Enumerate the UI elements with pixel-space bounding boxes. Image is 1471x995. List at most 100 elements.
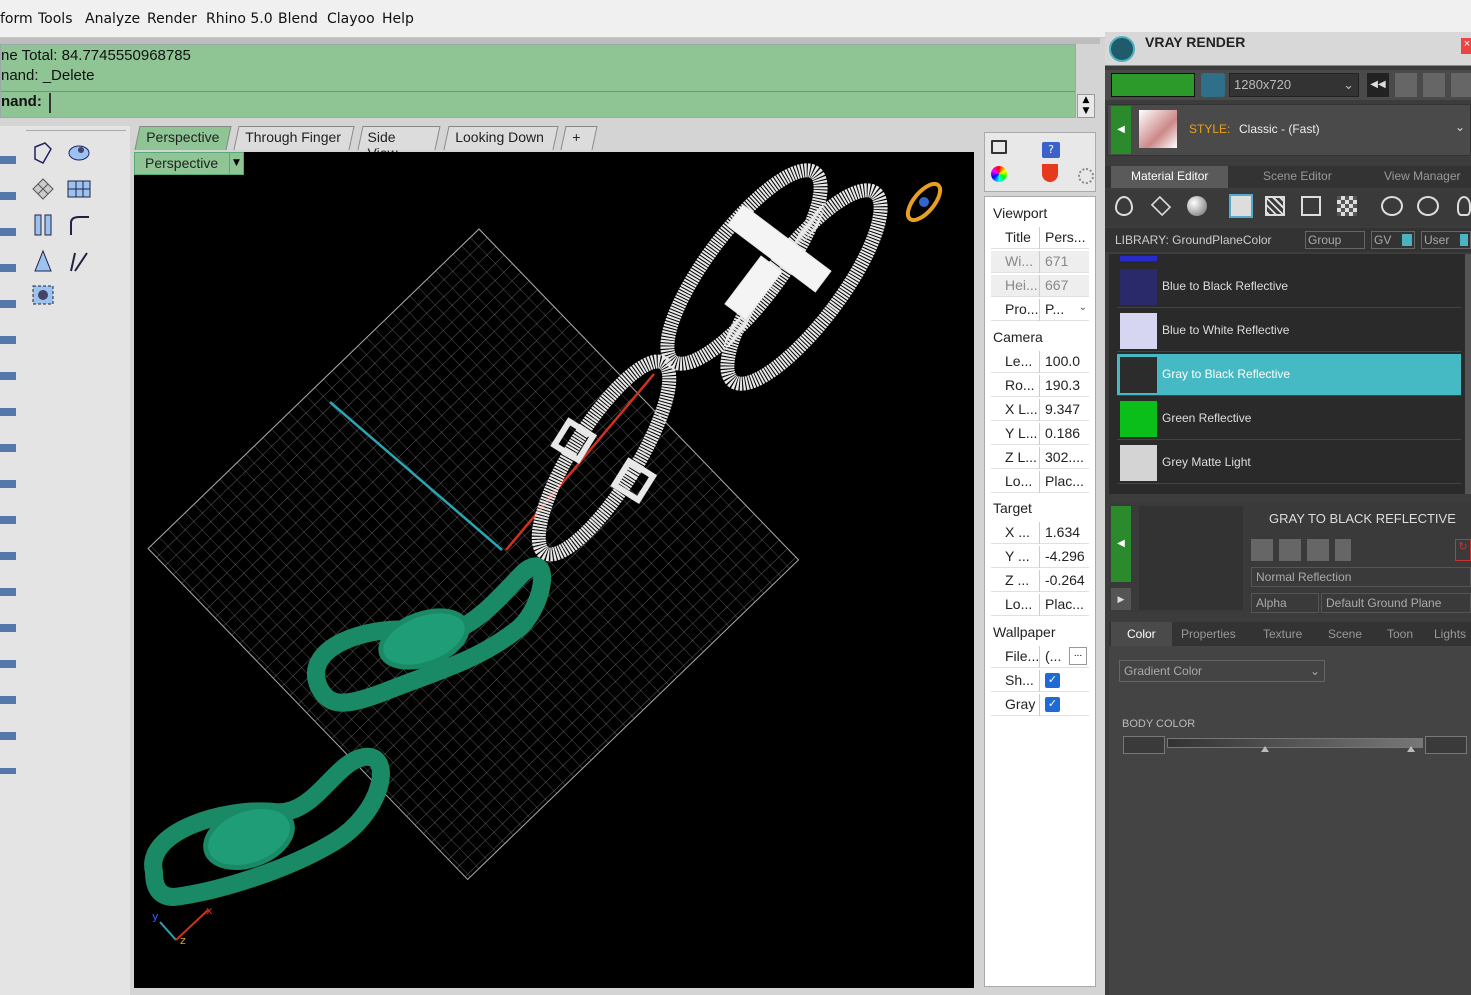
prop-wallpaper-show[interactable]: Sh... ✓	[991, 670, 1089, 692]
menu-help[interactable]: Help	[382, 11, 414, 27]
preview-tool-icons[interactable]	[1251, 539, 1351, 561]
show-checkbox[interactable]: ✓	[1045, 673, 1060, 688]
extrude-icon[interactable]	[28, 138, 58, 168]
tab-properties[interactable]: Properties	[1181, 622, 1236, 641]
edit-material-icon[interactable]	[1417, 196, 1439, 216]
sphere-edit-icon[interactable]	[64, 138, 94, 168]
bulb-icon[interactable]	[1457, 196, 1471, 216]
tile-icon[interactable]	[1301, 196, 1321, 216]
gray-checkbox[interactable]: ✓	[1045, 697, 1060, 712]
sphere-icon[interactable]	[1187, 196, 1207, 216]
body-color-end-swatch[interactable]	[1425, 736, 1467, 754]
list-item-selected[interactable]: Gray to Black Reflective	[1117, 354, 1461, 396]
chevron-down-icon[interactable]: ⌄	[1455, 120, 1465, 134]
viewport-menu-chevron-icon[interactable]: ▼	[229, 153, 243, 174]
blend-surface-icon[interactable]	[28, 210, 58, 240]
preview-collapse-icon[interactable]: ◀	[1111, 506, 1131, 582]
browse-button[interactable]: ...	[1069, 647, 1087, 665]
edge-tools-icons[interactable]	[0, 134, 16, 774]
list-item[interactable]: Blue to White Reflective	[1117, 310, 1461, 352]
menu-blend[interactable]: Blend	[278, 11, 318, 27]
gradient-stop-handle[interactable]	[1261, 746, 1269, 752]
refresh-icon[interactable]: ↻	[1455, 539, 1471, 561]
resolution-select[interactable]: 1280x720 ⌄	[1229, 73, 1359, 97]
add-material-icon[interactable]	[1381, 196, 1403, 216]
style-collapse-icon[interactable]: ◀	[1111, 106, 1131, 154]
mesh-surface-icon[interactable]	[28, 174, 58, 204]
more-icon[interactable]	[1451, 73, 1471, 97]
color-wheel-icon[interactable]	[991, 166, 1007, 182]
tab-view-manager[interactable]: View Manager	[1384, 166, 1461, 183]
render-region-icon[interactable]	[1201, 73, 1225, 97]
tab-add-viewport[interactable]: +	[560, 126, 598, 150]
menu-rhino[interactable]: Rhino 5.0	[206, 11, 273, 27]
patch-icon[interactable]	[64, 246, 94, 276]
tab-lights[interactable]: Lights	[1434, 622, 1466, 641]
tab-scene-editor[interactable]: Scene Editor	[1263, 166, 1332, 183]
tab-side-view[interactable]: Side View	[357, 126, 441, 161]
grid-surface-icon[interactable]	[64, 174, 94, 204]
tab-color[interactable]: Color	[1111, 622, 1172, 646]
perspective-viewport[interactable]: y x z	[134, 152, 974, 988]
tab-texture[interactable]: Texture	[1263, 622, 1302, 641]
list-scrollbar[interactable]	[1465, 254, 1471, 494]
tab-scene[interactable]: Scene	[1328, 622, 1362, 641]
loft-icon[interactable]	[28, 246, 58, 276]
tab-toon[interactable]: Toon	[1387, 622, 1413, 641]
command-input[interactable]	[49, 93, 51, 113]
display-icon[interactable]	[991, 140, 1007, 154]
gv-filter-button[interactable]: GV	[1371, 231, 1415, 249]
prop-projection[interactable]: Pro... P... ⌄	[991, 299, 1089, 321]
vray-close-icon[interactable]: ×	[1461, 38, 1471, 54]
prop-target-place[interactable]: Lo... Plac...	[991, 594, 1089, 616]
style-value[interactable]: Classic - (Fast)	[1239, 122, 1320, 136]
group-filter-button[interactable]: Group	[1305, 231, 1365, 249]
hatch-icon[interactable]	[1265, 196, 1285, 216]
list-item[interactable]: Grey Matte Light	[1117, 442, 1461, 484]
user-filter-button[interactable]: User	[1421, 231, 1471, 249]
gradient-slider[interactable]	[1167, 738, 1423, 748]
prop-camera-place[interactable]: Lo... Plac...	[991, 471, 1089, 493]
flame-icon[interactable]	[1115, 196, 1133, 216]
plane-material-icon[interactable]	[1229, 194, 1253, 218]
chevron-down-icon[interactable]: ⌄	[1079, 302, 1087, 313]
settings-gear-icon[interactable]	[1078, 168, 1094, 184]
list-item[interactable]: Green Reflective	[1117, 398, 1461, 440]
checker-icon[interactable]	[1337, 196, 1357, 216]
prop-z-location[interactable]: Z L... 302....	[991, 447, 1089, 469]
sweep-icon[interactable]	[64, 210, 94, 240]
body-color-start-swatch[interactable]	[1123, 736, 1165, 754]
options-icon[interactable]	[1423, 73, 1445, 97]
gradient-stop-handle[interactable]	[1407, 746, 1415, 752]
menu-tools[interactable]: Tools	[38, 11, 73, 27]
menu-analyze[interactable]: Analyze	[85, 11, 140, 27]
prop-lens[interactable]: Le... 100.0	[991, 351, 1089, 373]
rewind-icon[interactable]: ◀◀	[1367, 73, 1389, 97]
prop-x-location[interactable]: X L... 9.347	[991, 399, 1089, 421]
viewport-label[interactable]: Perspective	[134, 152, 244, 175]
menu-transform[interactable]: form	[0, 11, 33, 27]
reflection-select[interactable]: Normal Reflection	[1251, 567, 1471, 587]
render-buttons[interactable]	[1111, 73, 1195, 97]
command-scroll[interactable]: ▲ ▼	[1077, 94, 1095, 118]
help-icon[interactable]: ?	[1042, 142, 1060, 158]
tab-looking-down[interactable]: Looking Down	[443, 126, 559, 150]
tab-through-finger[interactable]: Through Finger	[233, 126, 355, 150]
menu-render[interactable]: Render	[147, 11, 197, 27]
prop-rotation[interactable]: Ro... 190.3	[991, 375, 1089, 397]
prop-target-z[interactable]: Z ... -0.264	[991, 570, 1089, 592]
tab-material-editor[interactable]: Material Editor	[1111, 166, 1229, 188]
prop-wallpaper-gray[interactable]: Gray ✓	[991, 694, 1089, 716]
tab-perspective[interactable]: Perspective	[134, 126, 232, 150]
material-icon[interactable]	[1042, 164, 1058, 182]
frame-buffer-icon[interactable]	[1395, 73, 1417, 97]
prop-target-x[interactable]: X ... 1.634	[991, 522, 1089, 544]
list-item[interactable]: Blue to Black Reflective	[1117, 266, 1461, 308]
prop-y-location[interactable]: Y L... 0.186	[991, 423, 1089, 445]
cage-edit-icon[interactable]	[28, 280, 58, 310]
prop-target-y[interactable]: Y ... -4.296	[991, 546, 1089, 568]
prop-wallpaper-file[interactable]: File... (......	[991, 646, 1089, 668]
gradient-select[interactable]: Gradient Color ⌄	[1119, 660, 1325, 682]
menu-clayoo[interactable]: Clayoo	[327, 11, 375, 27]
ground-plane-select[interactable]: Default Ground Plane	[1321, 593, 1471, 613]
